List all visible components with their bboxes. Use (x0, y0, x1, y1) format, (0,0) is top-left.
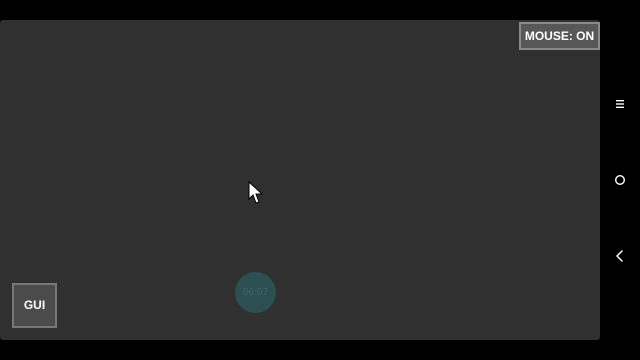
gui-button[interactable]: GUI (12, 283, 57, 328)
home-icon[interactable] (611, 171, 629, 189)
android-screen: MOUSE: ON GUI 06:07 (0, 0, 640, 360)
mouse-toggle-button[interactable]: MOUSE: ON (519, 22, 600, 50)
back-icon[interactable] (611, 247, 629, 265)
game-viewport[interactable]: MOUSE: ON GUI 06:07 (0, 20, 600, 340)
android-navigation-bar (600, 0, 640, 360)
mouse-cursor-icon (248, 181, 264, 204)
clock-bubble: 06:07 (235, 272, 276, 313)
menu-icon[interactable] (611, 95, 629, 113)
